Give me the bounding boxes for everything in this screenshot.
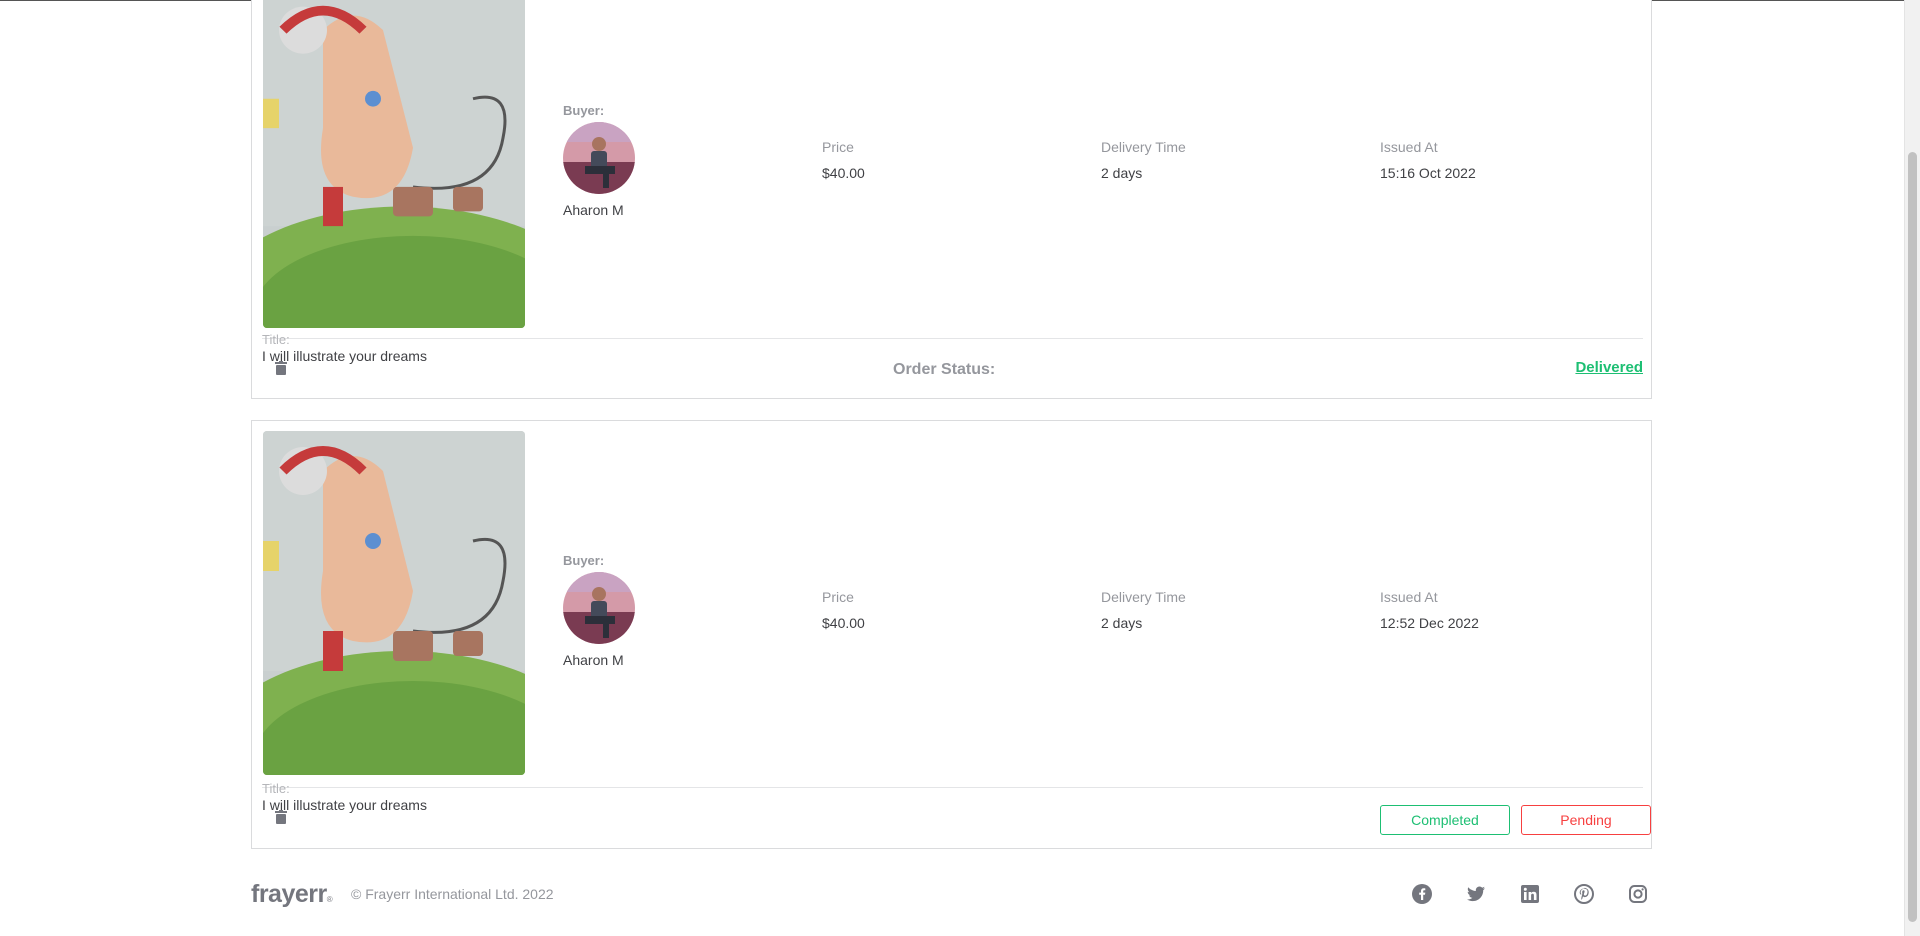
issued-value: 12:52 Dec 2022 — [1380, 615, 1479, 631]
delivery-label: Delivery Time — [1101, 139, 1186, 155]
logo-registered-mark: ® — [326, 895, 333, 904]
buyer-avatar[interactable] — [563, 572, 635, 644]
scrollbar-thumb[interactable] — [1908, 152, 1917, 922]
instagram-icon[interactable] — [1627, 883, 1649, 905]
order-status-label: Order Status: — [893, 361, 996, 378]
buyer-block: Buyer: Aharon M — [563, 103, 635, 218]
footer: frayerr® © Frayerr International Ltd. 20… — [251, 874, 1652, 914]
price-column: Price $40.00 — [822, 139, 865, 181]
buyer-name[interactable]: Aharon M — [563, 652, 635, 668]
delivery-label: Delivery Time — [1101, 589, 1186, 605]
issued-column: Issued At 15:16 Oct 2022 — [1380, 139, 1476, 181]
twitter-icon[interactable] — [1465, 883, 1487, 905]
title-label: Title: — [262, 781, 290, 796]
trash-icon[interactable] — [275, 361, 287, 375]
delivery-column: Delivery Time 2 days — [1101, 139, 1186, 181]
price-label: Price — [822, 589, 854, 605]
buyer-label: Buyer: — [563, 103, 605, 118]
gig-thumbnail[interactable] — [263, 431, 525, 775]
copyright-text: © Frayerr International Ltd. 2022 — [351, 886, 554, 902]
title-row: Title: I will illustrate your dreams Ord… — [262, 332, 1643, 378]
gig-thumbnail[interactable] — [263, 0, 525, 328]
order-card: Buyer: Aharon M Price $40.00 Delivery Ti… — [251, 0, 1652, 399]
linkedin-icon[interactable] — [1519, 883, 1541, 905]
pending-button[interactable]: Pending — [1521, 805, 1651, 835]
order-card: Buyer: Aharon M Price $40.00 Delivery Ti… — [251, 420, 1652, 849]
buyer-label: Buyer: — [563, 553, 605, 568]
completed-button[interactable]: Completed — [1380, 805, 1510, 835]
logo-text: frayerr — [251, 880, 327, 908]
issued-column: Issued At 12:52 Dec 2022 — [1380, 589, 1479, 631]
buyer-avatar[interactable] — [563, 122, 635, 194]
footer-logo[interactable]: frayerr® — [251, 880, 333, 909]
title-row: Title: I will illustrate your dreams Com… — [262, 781, 1651, 835]
price-label: Price — [822, 139, 854, 155]
facebook-icon[interactable] — [1411, 883, 1433, 905]
title-label: Title: — [262, 332, 290, 347]
buyer-block: Buyer: Aharon M — [563, 553, 635, 668]
delivery-column: Delivery Time 2 days — [1101, 589, 1186, 631]
pinterest-icon[interactable] — [1573, 883, 1595, 905]
page-scrollbar[interactable] — [1904, 0, 1920, 936]
issued-value: 15:16 Oct 2022 — [1380, 165, 1476, 181]
delivery-value: 2 days — [1101, 615, 1143, 631]
status-delivered-link[interactable]: Delivered — [1575, 359, 1643, 376]
buyer-name[interactable]: Aharon M — [563, 202, 635, 218]
issued-label: Issued At — [1380, 139, 1438, 155]
trash-icon[interactable] — [275, 810, 287, 824]
price-value: $40.00 — [822, 615, 865, 631]
delivery-value: 2 days — [1101, 165, 1143, 181]
issued-label: Issued At — [1380, 589, 1438, 605]
price-value: $40.00 — [822, 165, 865, 181]
price-column: Price $40.00 — [822, 589, 865, 631]
